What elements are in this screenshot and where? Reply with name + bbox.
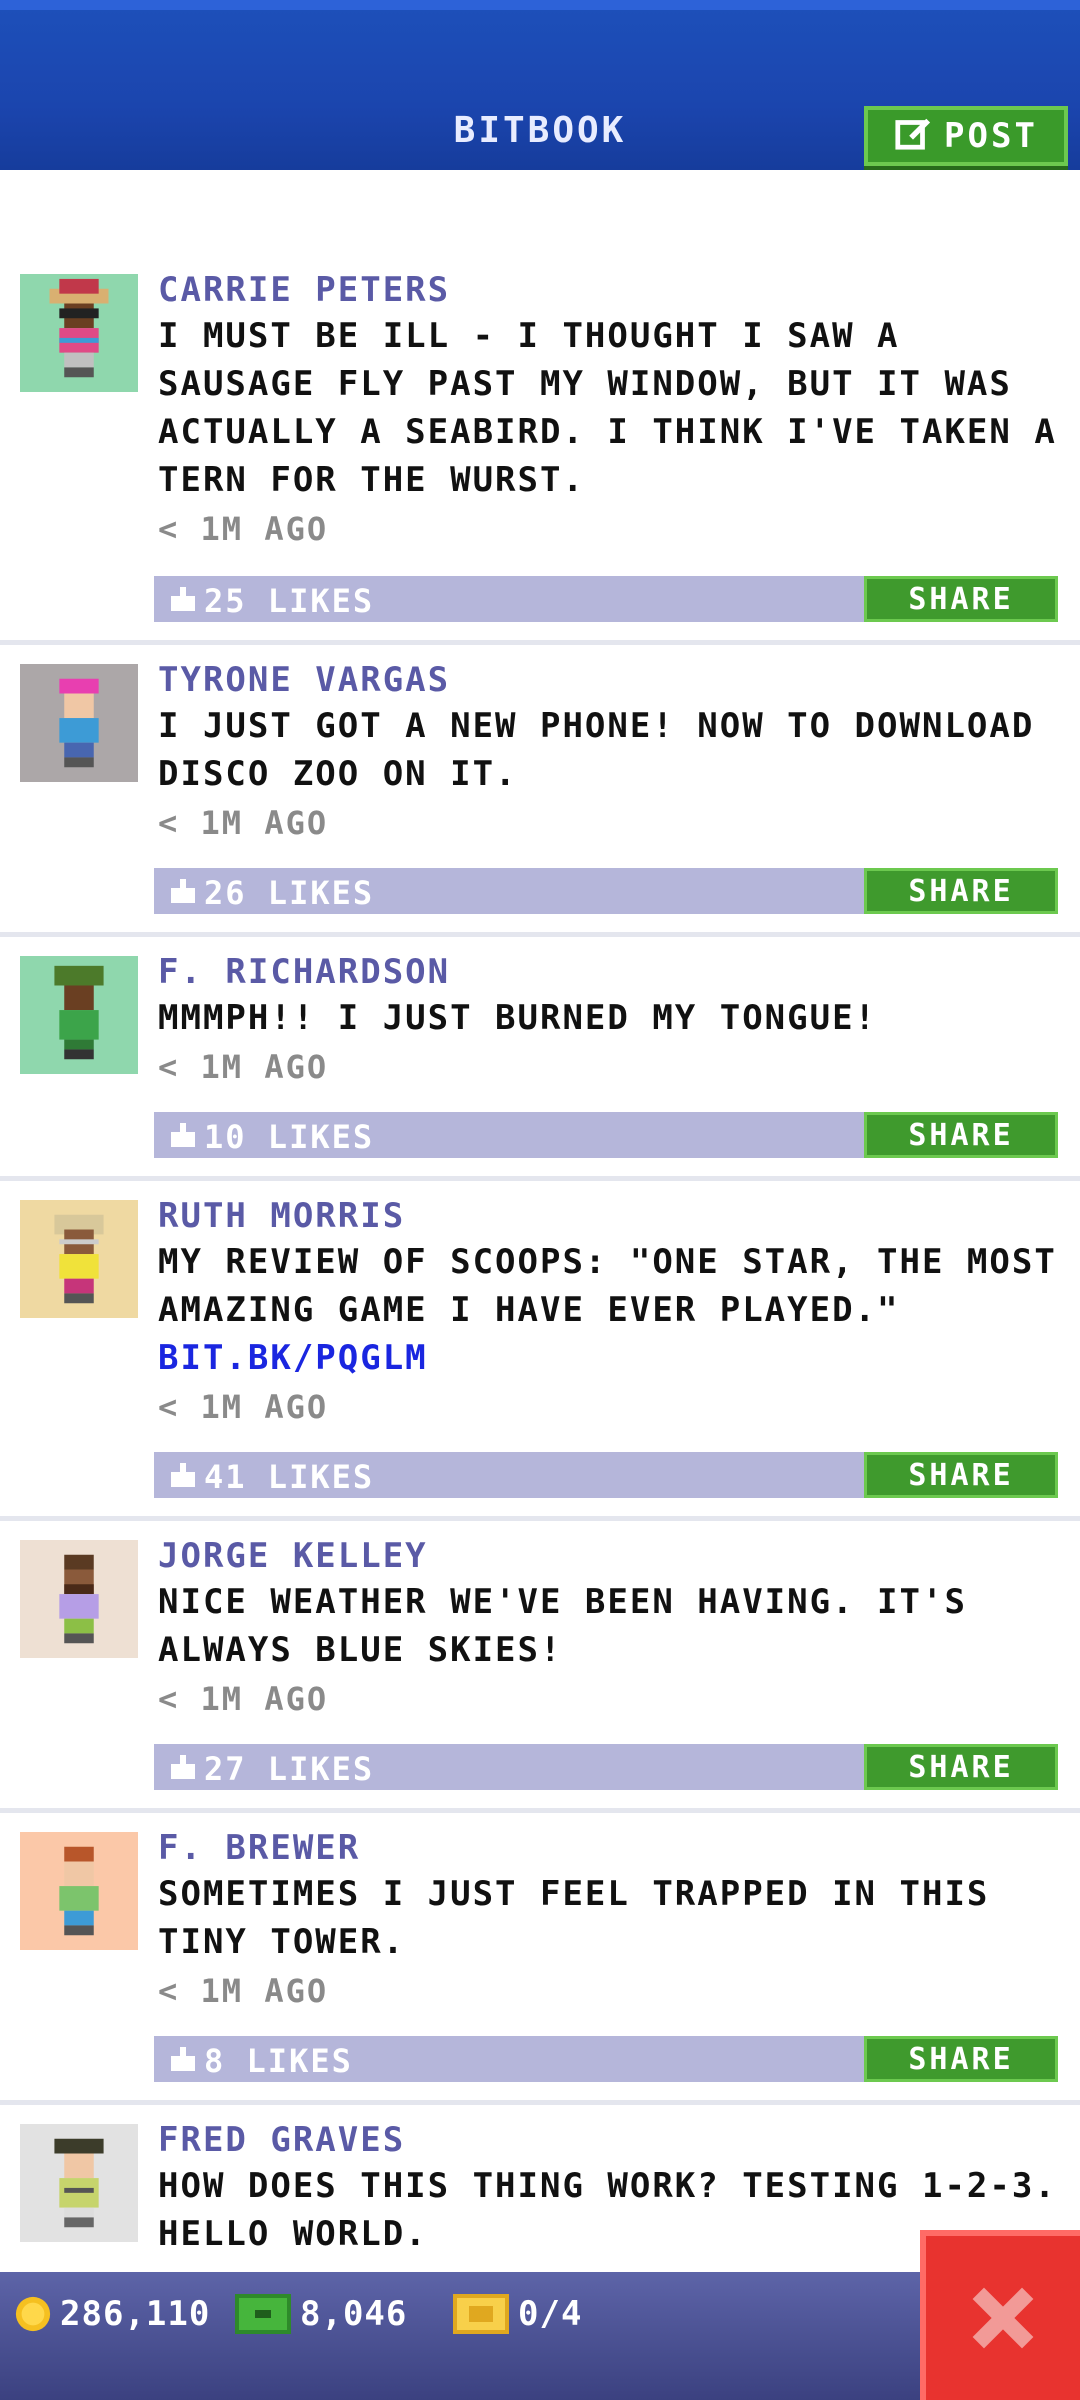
post-button[interactable]: POST [864, 106, 1068, 166]
thumbs-up-icon [171, 879, 195, 903]
post-author[interactable]: FRED GRAVES [158, 2120, 405, 2160]
likes-bar: 10 LIKES SHARE [154, 1112, 1058, 1158]
post-time: < 1M AGO [158, 1048, 329, 1086]
bux-icon [235, 2294, 291, 2334]
post-author[interactable]: JORGE KELLEY [158, 1536, 428, 1576]
thumbs-up-icon [171, 1123, 195, 1147]
share-button[interactable]: SHARE [864, 868, 1058, 914]
tickets-count: 0/4 [518, 2294, 583, 2334]
post-message: I MUST BE ILL - I THOUGHT I SAW A SAUSAG… [158, 316, 1057, 500]
bux-display: 8,046 [234, 2294, 407, 2334]
post-time: < 1M AGO [158, 510, 329, 548]
share-button[interactable]: SHARE [864, 1452, 1058, 1498]
avatar[interactable] [20, 1832, 138, 1950]
post-time: < 1M AGO [158, 804, 329, 842]
avatar[interactable] [20, 2124, 138, 2242]
likes-count: 41 LIKES [204, 1458, 375, 1496]
tickets-display: 0/4 [452, 2294, 582, 2334]
post-message: MY REVIEW OF SCOOPS: "ONE STAR, THE MOST… [158, 1238, 1058, 1382]
coins-count: 286,110 [60, 2294, 211, 2334]
thumbs-up-icon [171, 587, 195, 611]
likes-count: 8 LIKES [204, 2042, 353, 2080]
thumbs-up-icon [171, 1463, 195, 1487]
likes-bar: 41 LIKES SHARE [154, 1452, 1058, 1498]
avatar[interactable] [20, 664, 138, 782]
coins-display: 286,110 [14, 2294, 210, 2334]
post-message: NICE WEATHER WE'VE BEEN HAVING. IT'S ALW… [158, 1582, 967, 1670]
post-button-label: POST [944, 116, 1038, 156]
post-message: SOMETIMES I JUST FEEL TRAPPED IN THIS TI… [158, 1874, 990, 1962]
divider [0, 2100, 1080, 2105]
post-message-text: MY REVIEW OF SCOOPS: "ONE STAR, THE MOST… [158, 1242, 1057, 1330]
share-button[interactable]: SHARE [864, 2036, 1058, 2082]
likes-count: 26 LIKES [204, 874, 375, 912]
post-message: I JUST GOT A NEW PHONE! NOW TO DOWNLOAD … [158, 706, 1035, 794]
share-button[interactable]: SHARE [864, 1112, 1058, 1158]
avatar[interactable] [20, 274, 138, 392]
post-link[interactable]: BIT.BK/PQGLM [158, 1338, 428, 1378]
thumbs-up-icon [171, 1755, 195, 1779]
avatar[interactable] [20, 1200, 138, 1318]
post-author[interactable]: F. RICHARDSON [158, 952, 450, 992]
likes-bar: 27 LIKES SHARE [154, 1744, 1058, 1790]
currency-bar: 286,110 8,046 0/4 [0, 2272, 1080, 2400]
divider [0, 932, 1080, 937]
close-button[interactable] [920, 2230, 1080, 2400]
share-button[interactable]: SHARE [864, 576, 1058, 622]
post-time: < 1M AGO [158, 1972, 329, 2010]
bux-count: 8,046 [300, 2294, 408, 2334]
likes-count: 27 LIKES [204, 1750, 375, 1788]
ticket-icon [453, 2294, 509, 2334]
post-author[interactable]: TYRONE VARGAS [158, 660, 450, 700]
likes-bar: 8 LIKES SHARE [154, 2036, 1058, 2082]
feed-list[interactable]: CARRIE PETERS I MUST BE ILL - I THOUGHT … [0, 170, 1080, 2270]
app-header: BITBOOK POST [0, 0, 1080, 170]
avatar[interactable] [20, 956, 138, 1074]
coin-icon [15, 2296, 51, 2332]
likes-bar: 25 LIKES SHARE [154, 576, 1058, 622]
divider [0, 1516, 1080, 1521]
thumbs-up-icon [171, 2047, 195, 2071]
post-message: MMMPH!! I JUST BURNED MY TONGUE! [158, 998, 878, 1038]
close-icon [972, 2287, 1034, 2349]
likes-count: 25 LIKES [204, 582, 375, 620]
edit-icon [894, 113, 932, 160]
divider [0, 1176, 1080, 1181]
likes-count: 10 LIKES [204, 1118, 375, 1156]
divider [0, 1808, 1080, 1813]
post-author[interactable]: RUTH MORRIS [158, 1196, 405, 1236]
post-author[interactable]: F. BREWER [158, 1828, 360, 1868]
post-time: < 1M AGO [158, 1388, 329, 1426]
post-author[interactable]: CARRIE PETERS [158, 270, 450, 310]
likes-bar: 26 LIKES SHARE [154, 868, 1058, 914]
avatar[interactable] [20, 1540, 138, 1658]
share-button[interactable]: SHARE [864, 1744, 1058, 1790]
divider [0, 640, 1080, 645]
post-time: < 1M AGO [158, 1680, 329, 1718]
